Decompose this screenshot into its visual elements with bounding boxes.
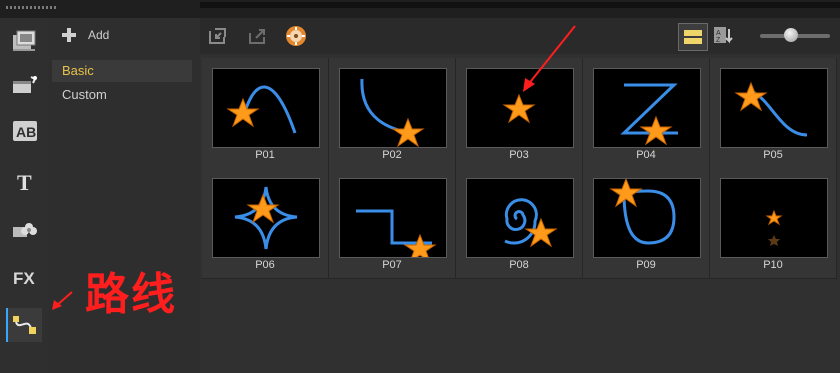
svg-text:A: A <box>716 30 721 37</box>
annotation-arrow-top <box>523 25 576 92</box>
media-icon[interactable] <box>8 24 42 58</box>
title-ab-icon[interactable]: AB <box>8 114 42 148</box>
preset-label: P03 <box>509 149 529 161</box>
preset-p08[interactable]: P08 <box>456 168 583 279</box>
add-button[interactable]: Add <box>62 28 109 42</box>
preset-thumbnail <box>593 68 701 148</box>
export-icon[interactable] <box>246 24 270 48</box>
window-top-strip <box>0 0 840 18</box>
preset-thumbnail <box>593 178 701 258</box>
preset-p07[interactable]: P07 <box>329 168 456 279</box>
preset-thumbnail <box>720 68 828 148</box>
top-divider <box>200 2 840 8</box>
sort-icon[interactable]: AZ <box>712 24 736 48</box>
preset-thumbnail <box>212 178 320 258</box>
add-label: Add <box>88 28 110 42</box>
preset-thumbnail <box>339 178 447 258</box>
preset-p01[interactable]: P01 <box>202 58 329 169</box>
preset-label: P09 <box>636 259 656 271</box>
plus-icon <box>62 28 76 42</box>
path-icon[interactable] <box>6 308 42 342</box>
thumbnail-view-icon <box>684 30 702 44</box>
library-toolbar: AB T FX <box>0 18 48 373</box>
annotation-arrow-left <box>52 291 73 310</box>
thumbnail-view-button[interactable] <box>678 23 708 51</box>
preset-label: P10 <box>763 259 783 271</box>
fx-icon[interactable]: FX <box>8 260 42 294</box>
preset-label: P05 <box>763 149 783 161</box>
instant-project-icon[interactable] <box>8 68 42 102</box>
graphics-icon[interactable] <box>8 212 42 246</box>
preset-p10[interactable]: P10 <box>710 168 837 279</box>
text-t-icon[interactable]: T <box>8 164 42 198</box>
preset-thumbnail <box>339 68 447 148</box>
ab-label: AB <box>16 124 36 140</box>
import-icon[interactable] <box>206 24 230 48</box>
category-custom[interactable]: Custom <box>52 84 192 106</box>
annotation-label: 路线 <box>85 269 177 320</box>
svg-text:Z: Z <box>716 37 721 44</box>
slider-handle[interactable] <box>784 28 798 42</box>
preset-label: P04 <box>636 149 656 161</box>
preset-p05[interactable]: P05 <box>710 58 837 169</box>
category-basic[interactable]: Basic <box>52 60 192 82</box>
preset-thumbnail <box>720 178 828 258</box>
preset-label: P01 <box>255 149 275 161</box>
preset-p09[interactable]: P09 <box>583 168 710 279</box>
preset-p02[interactable]: P02 <box>329 58 456 169</box>
settings-dial-icon[interactable] <box>284 24 308 48</box>
preset-label: P02 <box>382 149 402 161</box>
preset-p04[interactable]: P04 <box>583 58 710 169</box>
drag-grip[interactable] <box>6 6 56 9</box>
preset-thumbnail <box>466 178 574 258</box>
fx-label: FX <box>13 269 35 288</box>
preset-label: P08 <box>509 259 529 271</box>
preset-p06[interactable]: P06 <box>202 168 329 279</box>
preset-label: P07 <box>382 259 402 271</box>
preset-label: P06 <box>255 259 275 271</box>
preset-thumbnail <box>212 68 320 148</box>
t-label: T <box>17 170 32 193</box>
